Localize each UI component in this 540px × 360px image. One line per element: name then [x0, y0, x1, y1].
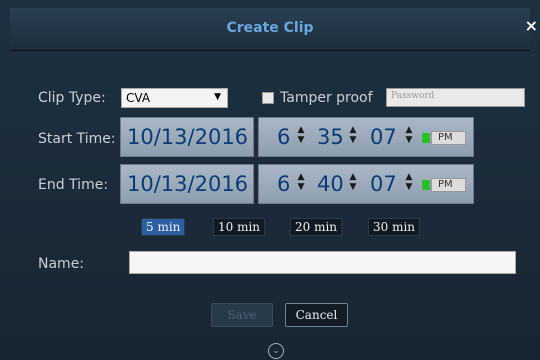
start-date-value: 10/13/2016 [127, 125, 249, 149]
dropdown-arrow-icon: ▼ [214, 92, 221, 102]
clip-type-label: Clip Type: [38, 90, 106, 106]
end-hour-spinner-icon[interactable]: ▲ ▼ [297, 172, 305, 198]
end-hour: 6 [277, 172, 291, 196]
start-second: 07 [370, 125, 397, 149]
start-hour-spinner-icon[interactable]: ▲ ▼ [297, 125, 305, 151]
name-input[interactable] [129, 251, 516, 274]
chevron-down-icon[interactable]: ⌄ [268, 343, 284, 359]
end-minute-spinner-icon[interactable]: ▲ ▼ [349, 172, 357, 198]
end-second-spinner-icon[interactable]: ▲ ▼ [405, 172, 413, 198]
start-hour: 6 [277, 125, 291, 149]
close-icon[interactable]: × [525, 18, 538, 34]
start-ampm-toggle[interactable]: PM [422, 131, 466, 145]
end-time-label: End Time: [38, 177, 109, 193]
start-date-field[interactable]: 10/13/2016 [120, 117, 254, 157]
start-time-field[interactable]: 6 ▲ ▼ 35 ▲ ▼ 07 ▲ ▼ PM [258, 117, 474, 157]
end-date-value: 10/13/2016 [127, 172, 249, 196]
duration-10-min-button[interactable]: 10 min [213, 218, 266, 236]
name-label: Name: [38, 256, 85, 272]
ampm-indicator-icon [422, 180, 430, 190]
duration-5-min-button[interactable]: 5 min [141, 218, 186, 236]
start-minute-spinner-icon[interactable]: ▲ ▼ [349, 125, 357, 151]
save-button[interactable]: Save [211, 303, 273, 327]
clip-type-value: CVA [126, 91, 151, 105]
password-field[interactable]: Password [386, 88, 525, 107]
end-ampm-toggle[interactable]: PM [422, 178, 466, 192]
dialog-title: Create Clip [226, 20, 314, 36]
tamper-proof-checkbox[interactable] [262, 92, 274, 104]
title-bar: Create Clip [10, 8, 530, 51]
end-second: 07 [370, 172, 397, 196]
end-time-field[interactable]: 6 ▲ ▼ 40 ▲ ▼ 07 ▲ ▼ PM [258, 164, 474, 204]
start-second-spinner-icon[interactable]: ▲ ▼ [405, 125, 413, 151]
tamper-proof-label: Tamper proof [280, 90, 373, 106]
start-time-label: Start Time: [38, 131, 116, 147]
clip-type-select[interactable]: CVA ▼ [121, 88, 228, 108]
start-minute: 35 [317, 125, 344, 149]
cancel-button[interactable]: Cancel [285, 303, 348, 327]
duration-20-min-button[interactable]: 20 min [290, 218, 343, 236]
duration-30-min-button[interactable]: 30 min [368, 218, 421, 236]
end-minute: 40 [317, 172, 344, 196]
ampm-indicator-icon [422, 133, 430, 143]
create-clip-dialog: Create Clip × Clip Type: CVA ▼ Tamper pr… [0, 0, 540, 360]
end-date-field[interactable]: 10/13/2016 [120, 164, 254, 204]
